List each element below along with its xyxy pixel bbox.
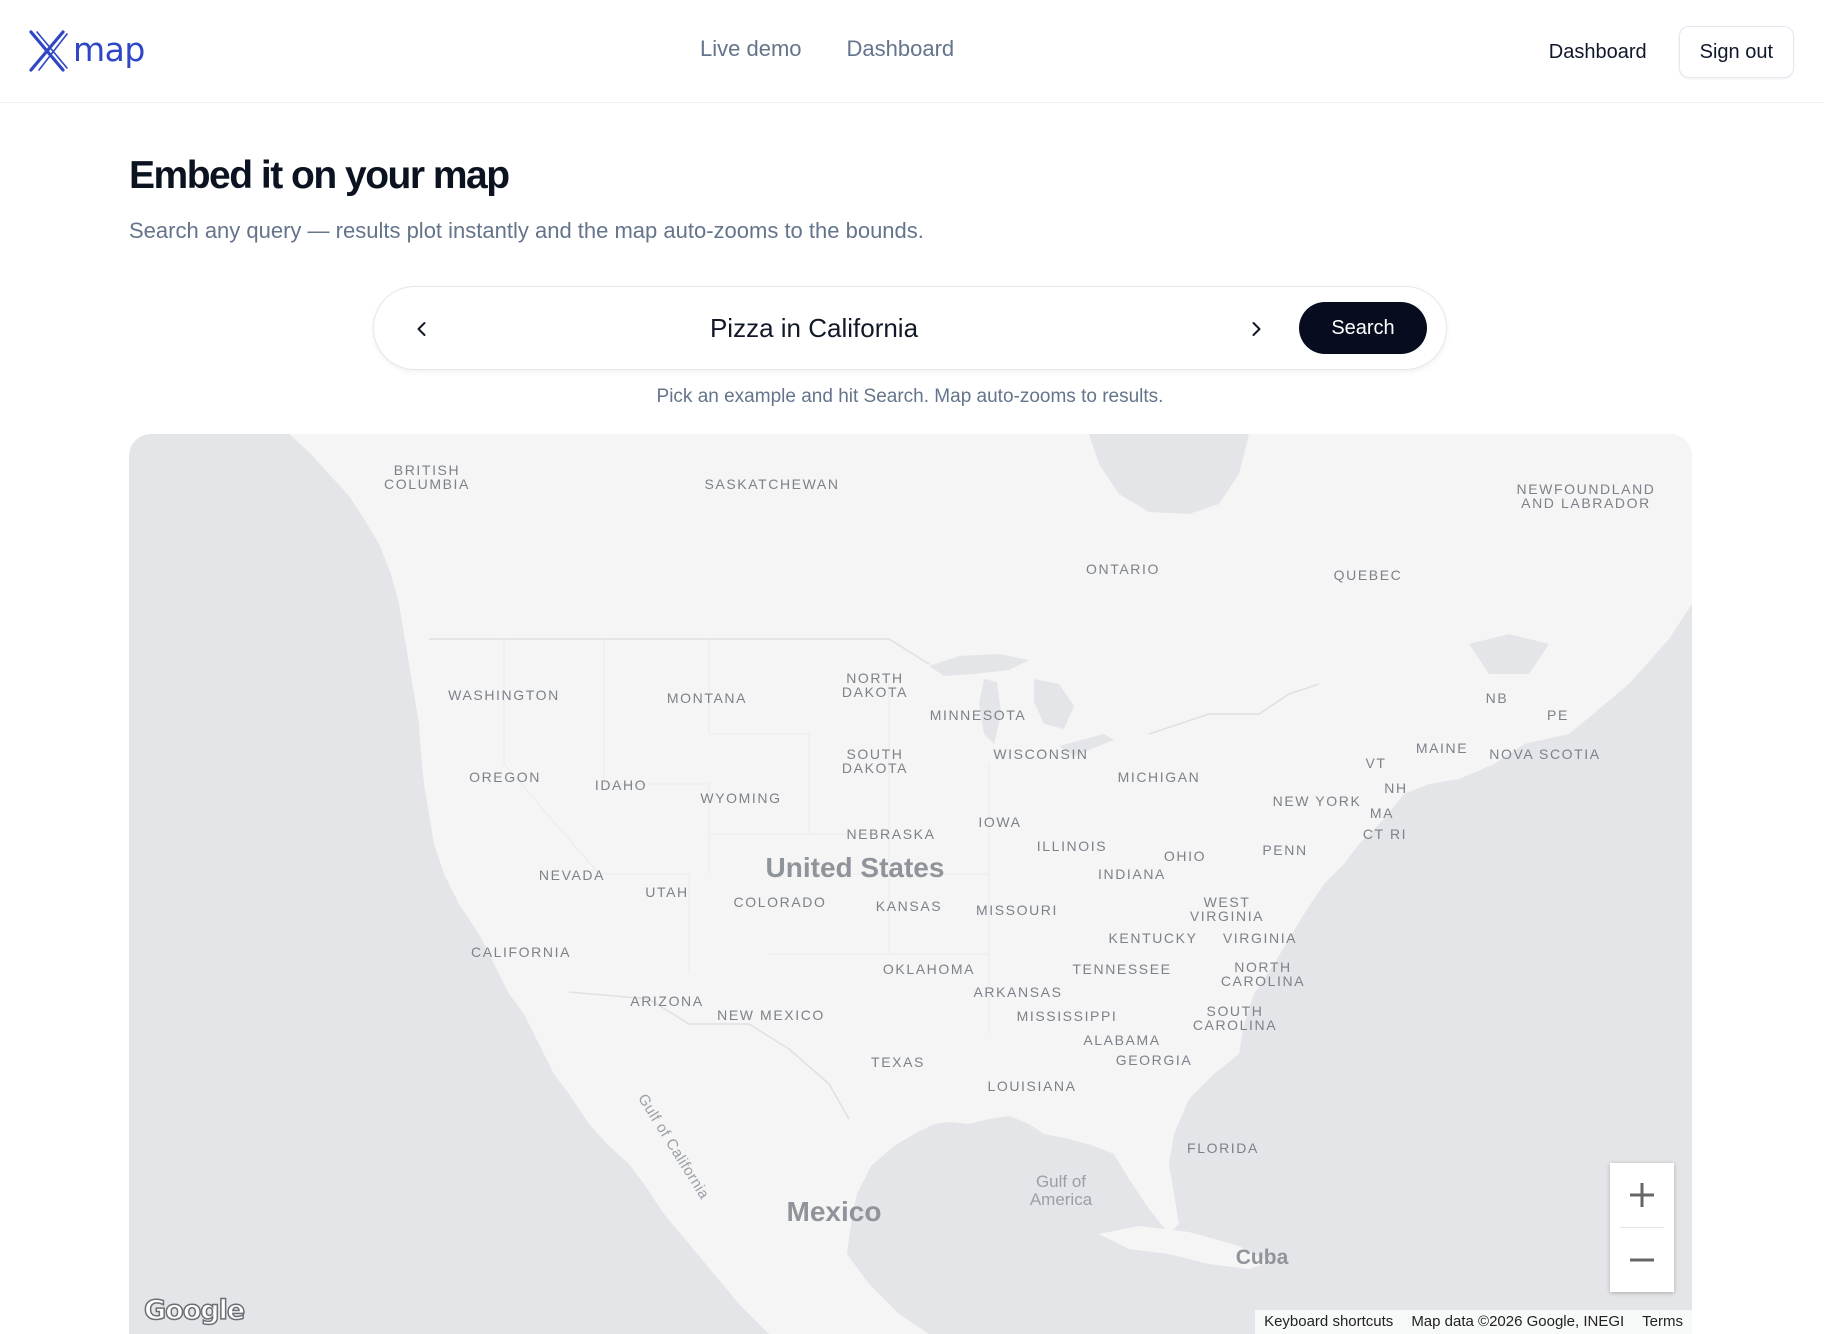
label-texas: TEXAS [871, 1054, 925, 1070]
sign-out-button[interactable]: Sign out [1678, 26, 1794, 78]
x-logo-icon [29, 30, 68, 72]
label-north-dakota: NORTH DAKOTA [841, 670, 909, 700]
label-indiana: INDIANA [1098, 866, 1166, 882]
label-penn: PENN [1262, 842, 1308, 858]
map-attribution: Keyboard shortcuts Map data ©2026 Google… [1255, 1310, 1692, 1334]
label-wisconsin: WISCONSIN [993, 746, 1089, 762]
logo[interactable]: map [27, 28, 145, 74]
keyboard-shortcuts-link[interactable]: Keyboard shortcuts [1255, 1310, 1402, 1334]
next-example-button[interactable] [1236, 309, 1276, 349]
page-subtitle: Search any query — results plot instantl… [129, 218, 924, 243]
label-mexico: Mexico [786, 1196, 882, 1227]
nav-dashboard[interactable]: Dashboard [847, 36, 955, 62]
label-west-virginia: WEST VIRGINIA [1189, 894, 1265, 924]
label-illinois: ILLINOIS [1036, 838, 1108, 854]
label-vt: VT [1365, 755, 1387, 771]
label-oregon: OREGON [469, 769, 541, 785]
label-louisiana: LOUISIANA [987, 1078, 1077, 1094]
label-pe: PE [1547, 707, 1569, 723]
label-kansas: KANSAS [875, 898, 943, 914]
label-wyoming: WYOMING [700, 790, 782, 806]
label-michigan: MICHIGAN [1117, 769, 1201, 785]
label-south-carolina: SOUTH CAROLINA [1192, 1003, 1278, 1033]
label-washington: WASHINGTON [448, 687, 560, 703]
nav-live-demo[interactable]: Live demo [700, 36, 802, 62]
label-colorado: COLORADO [733, 894, 827, 910]
label-utah: UTAH [645, 884, 689, 900]
google-logo[interactable]: Google [143, 1294, 246, 1327]
zoom-controls [1610, 1163, 1674, 1292]
chevron-left-icon [417, 322, 426, 336]
search-hint: Pick an example and hit Search. Map auto… [656, 386, 1164, 407]
label-tennessee: TENNESSEE [1072, 961, 1172, 977]
map-data-text: Map data ©2026 Google, INEGI [1411, 1313, 1625, 1330]
label-mississippi: MISSISSIPPI [1016, 1008, 1118, 1024]
label-ct-ri: CT RI [1362, 826, 1408, 842]
chevron-right-icon [1252, 322, 1261, 336]
label-maine: MAINE [1415, 740, 1469, 756]
zoom-out-button[interactable] [1610, 1228, 1674, 1292]
label-gulf-of-america: Gulf of America [1029, 1172, 1093, 1209]
label-ma: MA [1369, 805, 1395, 821]
label-newfoundland: NEWFOUNDLAND AND LABRADOR [1516, 481, 1656, 511]
page-title: Embed it on your map [129, 154, 510, 197]
label-nova-scotia: NOVA SCOTIA [1489, 746, 1601, 762]
prev-example-button[interactable] [402, 309, 442, 349]
label-british-columbia: BRITISH COLUMBIA [384, 462, 470, 492]
top-header: map Live demo Dashboard Dashboard Sign o… [0, 0, 1824, 103]
label-montana: MONTANA [666, 690, 748, 706]
zoom-in-button[interactable] [1610, 1163, 1674, 1227]
label-nevada: NEVADA [538, 867, 606, 883]
label-quebec: QUEBEC [1333, 567, 1403, 583]
label-nb: NB [1485, 690, 1509, 706]
label-north-carolina: NORTH CAROLINA [1220, 959, 1306, 989]
label-ohio: OHIO [1163, 848, 1207, 864]
land-north-america [129, 434, 1692, 1334]
label-california: CALIFORNIA [470, 944, 572, 960]
label-alabama: ALABAMA [1083, 1032, 1161, 1048]
label-kentucky: KENTUCKY [1108, 930, 1198, 946]
center-nav: Live demo Dashboard [700, 36, 954, 62]
label-new-york: NEW YORK [1272, 793, 1362, 809]
label-cuba: Cuba [1235, 1246, 1289, 1269]
label-virginia: VIRGINIA [1222, 930, 1298, 946]
terms-link[interactable]: Terms [1633, 1310, 1692, 1334]
map-base [129, 434, 1692, 1334]
label-new-mexico: NEW MEXICO [717, 1007, 825, 1023]
logo-text: map [73, 29, 145, 69]
label-south-dakota: SOUTH DAKOTA [841, 746, 909, 776]
label-united-states: United States [765, 852, 945, 883]
label-nh: NH [1384, 780, 1408, 796]
label-iowa: IOWA [978, 814, 1022, 830]
label-idaho: IDAHO [594, 777, 648, 793]
label-arizona: ARIZONA [630, 993, 704, 1009]
label-missouri: MISSOURI [975, 902, 1059, 918]
search-button[interactable]: Search [1299, 302, 1427, 354]
minus-icon [1630, 1258, 1654, 1262]
search-bar: Pizza in California Search [373, 286, 1447, 370]
label-arkansas: ARKANSAS [973, 984, 1063, 1000]
label-minnesota: MINNESOTA [929, 707, 1027, 723]
label-oklahoma: OKLAHOMA [882, 961, 976, 977]
map[interactable]: BRITISH COLUMBIA SASKATCHEWAN ONTARIO QU… [129, 434, 1692, 1334]
label-florida: FLORIDA [1187, 1140, 1259, 1156]
label-georgia: GEORGIA [1115, 1052, 1193, 1068]
label-saskatchewan: SASKATCHEWAN [704, 476, 840, 492]
label-nebraska: NEBRASKA [846, 826, 936, 842]
search-query[interactable]: Pizza in California [474, 313, 1154, 344]
account-nav: Dashboard Sign out [1549, 26, 1794, 78]
dashboard-link[interactable]: Dashboard [1549, 41, 1647, 64]
plus-icon [1630, 1183, 1654, 1207]
label-ontario: ONTARIO [1086, 561, 1160, 577]
